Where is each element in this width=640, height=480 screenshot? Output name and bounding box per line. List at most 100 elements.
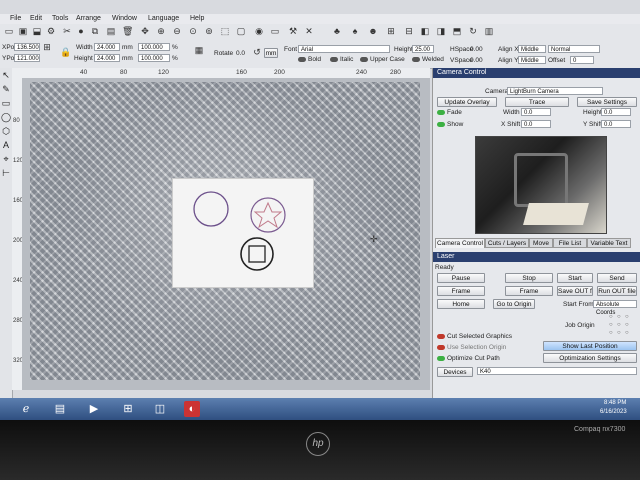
folder-icon[interactable]: ▤ <box>52 401 68 417</box>
measure-icon[interactable]: ⊢ <box>1 167 11 180</box>
font-select[interactable]: Arial <box>298 45 390 53</box>
overlay-width-field[interactable]: 0.0 <box>521 108 551 116</box>
text-icon[interactable]: A <box>1 139 11 152</box>
show-last-position-button[interactable]: Show Last Position <box>543 341 637 351</box>
paste-icon[interactable]: ▤ <box>106 26 116 36</box>
position-icon[interactable]: ⊞ <box>42 42 52 52</box>
save-settings-button[interactable]: Save Settings <box>577 97 637 107</box>
origin-radio[interactable]: ○ <box>617 314 625 322</box>
devices-button[interactable]: Devices <box>437 367 473 377</box>
stop-button[interactable]: Stop <box>505 273 553 283</box>
flip-h-icon[interactable]: ◧ <box>420 26 430 36</box>
frame-icon[interactable]: ⬚ <box>220 26 230 36</box>
position-laser-icon[interactable]: ⌖ <box>1 153 11 166</box>
polygon-icon[interactable]: ⬡ <box>1 125 11 138</box>
trace-button[interactable]: Trace <box>505 97 569 107</box>
start-button[interactable]: Start <box>557 273 593 283</box>
home-button[interactable]: Home <box>437 299 485 309</box>
xshift-field[interactable]: 0.0 <box>521 120 551 128</box>
camera-icon[interactable]: ◉ <box>254 26 264 36</box>
use-selection-origin-toggle[interactable] <box>437 345 445 350</box>
welded-toggle[interactable] <box>412 57 420 62</box>
rotate-value[interactable]: 0.0 <box>236 50 245 57</box>
save-out-file-button[interactable]: Save OUT file <box>557 286 593 296</box>
group-icon[interactable]: ♣ <box>332 26 342 36</box>
run-out-file-button[interactable]: Run OUT file <box>597 286 637 296</box>
tab-cuts-layers[interactable]: Cuts / Layers <box>485 238 529 248</box>
mirror-icon[interactable]: ⬒ <box>452 26 462 36</box>
distribute-icon[interactable]: ⊟ <box>404 26 414 36</box>
scale-grid-icon[interactable]: ▦ <box>194 45 204 55</box>
lightburn-icon[interactable]: ◐ <box>184 401 200 417</box>
show-toggle[interactable] <box>437 122 445 127</box>
delete-icon[interactable]: 🗑 <box>122 26 133 36</box>
import-icon[interactable]: ⬓ <box>32 26 42 36</box>
frame-circle-button[interactable]: Frame <box>505 286 553 296</box>
origin-radio[interactable]: ○ <box>625 330 633 338</box>
dock-icon[interactable]: ▥ <box>484 26 494 36</box>
scale-width-field[interactable]: 100.000 <box>138 43 170 51</box>
origin-radio[interactable]: ○ <box>617 330 625 338</box>
ungroup-icon[interactable]: ♠ <box>350 26 360 36</box>
optimize-toggle[interactable] <box>437 356 445 361</box>
selected-circle-outline[interactable] <box>240 237 274 271</box>
job-origin-grid[interactable]: ○ ○ ○ ○ ○ ○ ○ ○ ○ <box>609 314 633 338</box>
origin-radio[interactable]: ○ <box>617 322 625 330</box>
upper-case-toggle[interactable] <box>360 57 368 62</box>
edit-nodes-icon[interactable]: ✎ <box>1 83 11 96</box>
optimization-settings-button[interactable]: Optimization Settings <box>543 353 637 363</box>
menu-help[interactable]: Help <box>190 15 204 22</box>
yshift-field[interactable]: 0.0 <box>601 120 631 128</box>
frame-button[interactable]: Frame <box>437 286 485 296</box>
fade-toggle[interactable] <box>437 110 445 115</box>
cut-icon[interactable]: ✂ <box>62 26 72 36</box>
zoom-fit-icon[interactable]: ⊙ <box>188 26 198 36</box>
origin-radio[interactable]: ○ <box>625 322 633 330</box>
aligny-select[interactable]: Middle <box>518 56 546 64</box>
mm-toggle[interactable]: mm <box>264 48 278 58</box>
selected-square[interactable] <box>248 245 266 263</box>
network-icon[interactable]: ⊞ <box>120 401 136 417</box>
camera-select[interactable]: LightBurn Camera <box>507 87 603 95</box>
lock-icon[interactable]: 🔒 <box>60 47 71 57</box>
select-icon[interactable]: ↖ <box>1 69 11 82</box>
rectangle-icon[interactable]: ▭ <box>1 97 11 110</box>
offset-field[interactable]: 0 <box>570 56 594 64</box>
origin-radio[interactable]: ○ <box>609 314 617 322</box>
rotate-icon[interactable]: ↻ <box>468 26 478 36</box>
save-icon[interactable]: ▣ <box>18 26 28 36</box>
copy-icon[interactable]: ⧉ <box>90 26 100 36</box>
zoom-out-icon[interactable]: ⊖ <box>172 26 182 36</box>
scale-height-field[interactable]: 100.000 <box>138 54 170 62</box>
vspace-value[interactable]: 0.00 <box>470 57 483 64</box>
tab-file-list[interactable]: File List <box>553 238 587 248</box>
media-icon[interactable]: ▶ <box>86 401 102 417</box>
height-field[interactable]: 24.000 <box>94 54 120 62</box>
menu-window[interactable]: Window <box>112 15 137 22</box>
align-icon[interactable]: ⊞ <box>386 26 396 36</box>
send-button[interactable]: Send <box>597 273 637 283</box>
origin-radio[interactable]: ○ <box>609 330 617 338</box>
menu-arrange[interactable]: Arrange <box>76 15 101 22</box>
window-icon[interactable]: ▢ <box>236 26 246 36</box>
cut-selected-toggle[interactable] <box>437 334 445 339</box>
device-select[interactable]: K40 <box>477 367 637 375</box>
move-icon[interactable]: ✥ <box>140 26 150 36</box>
menu-tools[interactable]: Tools <box>52 15 68 22</box>
pause-button[interactable]: Pause <box>437 273 485 283</box>
text-height-field[interactable]: 25.00 <box>412 45 434 53</box>
flip-v-icon[interactable]: ◨ <box>436 26 446 36</box>
menu-language[interactable]: Language <box>148 15 179 22</box>
settings-icon[interactable]: ⚙ <box>46 26 56 36</box>
tools-icon[interactable]: ⚒ <box>288 26 298 36</box>
alignx-select[interactable]: Middle <box>518 45 546 53</box>
menu-file[interactable]: File <box>10 15 21 22</box>
xpos-field[interactable]: 136.500 <box>14 43 40 51</box>
tab-variable-text[interactable]: Variable Text <box>587 238 631 248</box>
origin-radio[interactable]: ○ <box>609 322 617 330</box>
bold-toggle[interactable] <box>298 57 306 62</box>
ie-icon[interactable]: ℯ <box>18 401 34 417</box>
store-icon[interactable]: ◫ <box>152 401 168 417</box>
ellipse-icon[interactable]: ◯ <box>1 111 11 124</box>
record-icon[interactable]: ● <box>76 26 86 36</box>
